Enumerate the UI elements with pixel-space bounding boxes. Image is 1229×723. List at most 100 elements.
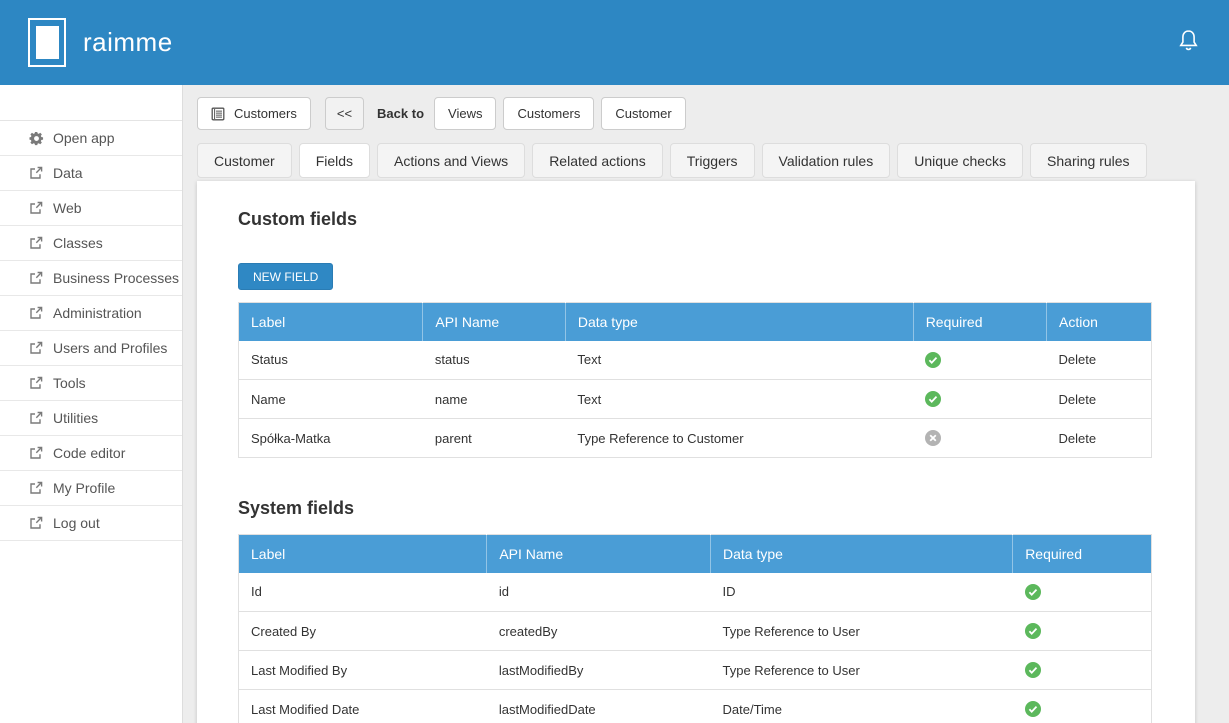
- cell-required: [913, 379, 1047, 419]
- column-header-label: Label: [238, 534, 488, 573]
- cell-api-name: lastModifiedDate: [486, 689, 711, 723]
- cell-data-type: ID: [710, 572, 1013, 612]
- tab-related-actions[interactable]: Related actions: [532, 143, 663, 178]
- app-logo-icon: [28, 18, 66, 67]
- sidebar-item-classes[interactable]: Classes: [0, 226, 182, 261]
- sidebar-item-code-editor[interactable]: Code editor: [0, 436, 182, 471]
- sidebar-item-my-profile[interactable]: My Profile: [0, 471, 182, 506]
- cell-required: [913, 340, 1047, 380]
- external-link-icon: [29, 411, 44, 426]
- sidebar-item-label: Classes: [53, 235, 103, 251]
- column-header-required: Required: [913, 302, 1047, 341]
- table-row: Status status Text Delete: [238, 340, 1152, 380]
- table-header-row: Label API Name Data type Required Action: [238, 302, 1152, 341]
- tab-unique-checks[interactable]: Unique checks: [897, 143, 1024, 178]
- cell-api-name: status: [422, 340, 566, 380]
- new-field-button[interactable]: NEW FIELD: [238, 263, 334, 290]
- table-row: Last Modified Date lastModifiedDate Date/T…: [238, 689, 1152, 723]
- tab-fields[interactable]: Fields: [298, 143, 371, 178]
- sidebar-item-label: My Profile: [53, 480, 116, 496]
- entity-customers-button[interactable]: Customers: [197, 97, 311, 130]
- sidebar-item-label: Business Processes: [53, 270, 180, 286]
- sidebar-item-label: Open app: [53, 130, 115, 146]
- table-row: Spółka-Matka parent Type Reference to Cust…: [238, 418, 1152, 458]
- sidebar-item-label: Log out: [53, 515, 100, 531]
- tab-customer[interactable]: Customer: [197, 143, 292, 178]
- cell-data-type: Date/Time: [710, 689, 1013, 723]
- cell-api-name: name: [422, 379, 566, 419]
- toolbar: Customers << Back to Views Customers Custo…: [197, 97, 1229, 130]
- table-row: Id id ID: [238, 572, 1152, 612]
- required-yes-icon: [1024, 662, 1041, 679]
- entity-button-label: Customers: [234, 106, 297, 121]
- sidebar-item-administration[interactable]: Administration: [0, 296, 182, 331]
- column-header-api-name: API Name: [422, 302, 566, 341]
- cell-label: Name: [238, 379, 423, 419]
- sidebar-item-label: Data: [53, 165, 83, 181]
- external-link-icon: [29, 516, 44, 531]
- table-row: Last Modified By lastModifiedBy Type Refer…: [238, 650, 1152, 690]
- external-link-icon: [29, 201, 44, 216]
- bell-icon[interactable]: [1178, 29, 1199, 57]
- sidebar-item-business-processes[interactable]: Business Processes: [0, 261, 182, 296]
- external-link-icon: [29, 271, 44, 286]
- sidebar-item-users-and-profiles[interactable]: Users and Profiles: [0, 331, 182, 366]
- collapse-button[interactable]: <<: [324, 97, 365, 130]
- external-link-icon: [29, 376, 44, 391]
- sidebar-item-data[interactable]: Data: [0, 156, 182, 191]
- required-no-icon: [925, 430, 942, 447]
- custom-fields-title: Custom fields: [238, 209, 358, 229]
- sidebar-item-label: Administration: [53, 305, 142, 321]
- fields-panel: Custom fields NEW FIELD Label API Name Dat…: [197, 181, 1195, 723]
- table-row: Created By createdBy Type Reference to Use…: [238, 611, 1152, 651]
- sidebar-item-log-out[interactable]: Log out: [0, 506, 182, 541]
- external-link-icon: [29, 236, 44, 251]
- system-fields-title: System fields: [238, 498, 355, 518]
- sidebar-item-tools[interactable]: Tools: [0, 366, 182, 401]
- list-icon: [211, 107, 225, 121]
- sidebar-item-label: Web: [53, 200, 82, 216]
- tab-triggers[interactable]: Triggers: [669, 143, 755, 178]
- tab-validation-rules[interactable]: Validation rules: [761, 143, 891, 178]
- top-header-bar: raimme: [0, 0, 1229, 85]
- cell-label: Id: [238, 572, 487, 612]
- external-link-icon: [29, 446, 44, 461]
- app-logo-inner: [35, 26, 59, 59]
- delete-link[interactable]: Delete: [1058, 431, 1096, 446]
- cell-required: [1012, 650, 1152, 690]
- tab-bar: Customer Fields Actions and Views Related a…: [197, 143, 1229, 178]
- breadcrumb-button-customer[interactable]: Customer: [601, 97, 686, 130]
- column-header-label: Label: [238, 302, 424, 341]
- sidebar-item-open-app[interactable]: Open app: [0, 121, 182, 156]
- cell-api-name: lastModifiedBy: [486, 650, 711, 690]
- breadcrumb-button-customers[interactable]: Customers: [503, 97, 595, 130]
- sidebar-item-utilities[interactable]: Utilities: [0, 401, 182, 436]
- cell-action: Delete: [1046, 340, 1152, 380]
- external-link-icon: [29, 306, 44, 321]
- required-yes-icon: [925, 391, 942, 408]
- breadcrumb: Views Customers Customer: [434, 97, 686, 130]
- custom-fields-table: Label API Name Data type Required Action Stat…: [238, 302, 1152, 458]
- tab-actions-and-views[interactable]: Actions and Views: [377, 143, 526, 178]
- delete-link[interactable]: Delete: [1058, 392, 1096, 407]
- cell-data-type: Text: [565, 340, 914, 380]
- cell-data-type: Type Reference to Customer: [565, 418, 914, 458]
- cell-data-type: Type Reference to User: [710, 650, 1013, 690]
- sidebar-item-web[interactable]: Web: [0, 191, 182, 226]
- sidebar: Open app Data Web Classes Business Processes…: [0, 85, 183, 723]
- cell-api-name: id: [486, 572, 711, 612]
- back-to-label: Back to: [377, 106, 425, 121]
- cell-label: Last Modified Date: [238, 689, 487, 723]
- external-link-icon: [29, 481, 44, 496]
- external-link-icon: [29, 166, 44, 181]
- delete-link[interactable]: Delete: [1058, 352, 1096, 367]
- cell-required: [1012, 611, 1152, 651]
- required-yes-icon: [1024, 584, 1041, 601]
- breadcrumb-button-views[interactable]: Views: [434, 97, 497, 130]
- cell-action: Delete: [1046, 379, 1152, 419]
- main-content: Customers << Back to Views Customers Custo…: [183, 85, 1229, 723]
- tab-sharing-rules[interactable]: Sharing rules: [1030, 143, 1147, 178]
- cell-required: [1012, 689, 1152, 723]
- table-header-row: Label API Name Data type Required: [238, 534, 1152, 573]
- brand-name: raimme: [83, 27, 173, 57]
